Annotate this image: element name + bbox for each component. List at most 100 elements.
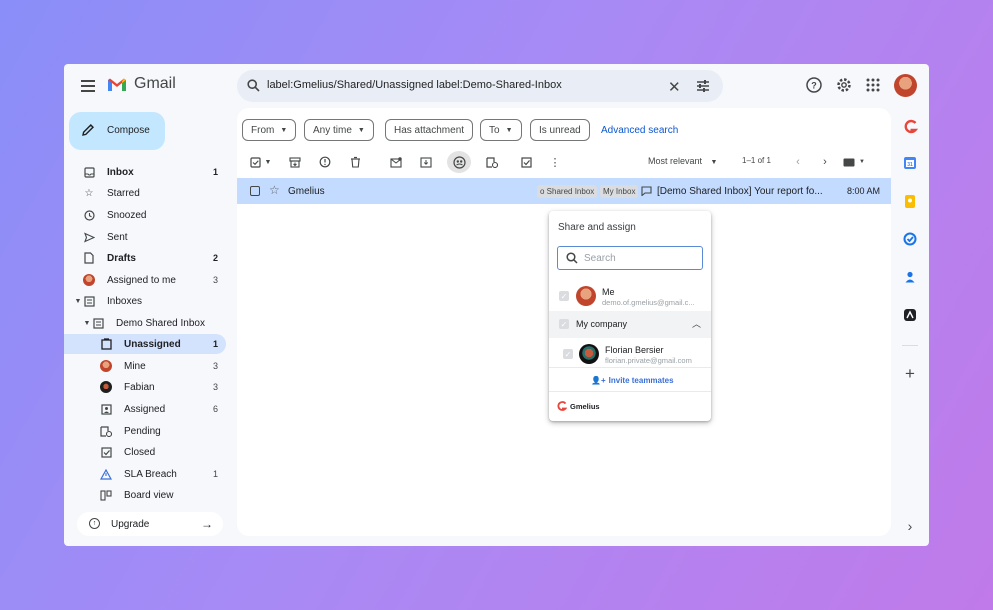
archive-icon[interactable] (288, 155, 302, 169)
sidebar-item-assigned[interactable]: Assigned 6 (64, 399, 226, 419)
select-caret-icon[interactable]: ▼ (261, 155, 275, 169)
filter-chip-to[interactable]: To ▼ (480, 119, 522, 141)
main-menu-icon[interactable] (78, 76, 98, 96)
mark-unread-icon[interactable] (389, 155, 403, 169)
upgrade-icon: ↑ (89, 518, 100, 529)
popup-title: Share and assign (558, 222, 636, 233)
chevron-up-icon[interactable]: ︿ (692, 317, 701, 330)
sidebar-item-board-view[interactable]: Board view (64, 485, 226, 505)
checkbox-checked-icon (100, 446, 112, 458)
sidebar-item-starred[interactable]: ☆ Starred (64, 183, 226, 203)
sidebar-item-unassigned[interactable]: Unassigned 1 (64, 334, 226, 354)
gmelius-addon-icon[interactable] (902, 118, 918, 134)
addon-app-icon[interactable] (902, 307, 918, 323)
sidebar-item-count: 3 (212, 361, 218, 371)
assigned-user-icon (100, 403, 112, 415)
caret-down-icon: ▼ (357, 126, 365, 134)
add-person-icon: 👤+ (591, 376, 606, 385)
me-checkbox[interactable]: ✓ (559, 291, 569, 301)
share-assign-icon[interactable] (447, 151, 471, 173)
calendar-icon[interactable]: 31 (902, 155, 918, 171)
filter-chip-from[interactable]: From ▼ (242, 119, 297, 141)
divider (549, 391, 711, 392)
user-avatar-icon (83, 274, 95, 286)
star-icon[interactable]: ☆ (269, 183, 280, 197)
email-label[interactable]: My Inbox (600, 185, 639, 198)
company-group-header[interactable]: ✓ My company ︿ (549, 311, 711, 338)
sidebar-item-drafts[interactable]: Drafts 2 (64, 248, 226, 268)
company-name: My company (576, 319, 628, 329)
sidebar-item-demo-shared-inbox[interactable]: ▼ Demo Shared Inbox (64, 313, 226, 333)
warning-triangle-icon (100, 468, 112, 480)
email-row[interactable]: ☆ Gmelius o Shared Inbox My Inbox [Demo … (237, 178, 891, 204)
next-page-icon[interactable]: › (818, 155, 832, 169)
select-all-checkbox[interactable] (248, 155, 262, 169)
help-icon[interactable]: ? (805, 76, 823, 94)
compose-button[interactable]: Compose (69, 112, 165, 150)
member-checkbox[interactable]: ✓ (563, 349, 573, 359)
filter-chip-has-attachment[interactable]: Has attachment (385, 119, 474, 141)
filter-chip-is-unread[interactable]: Is unread (530, 119, 590, 141)
advanced-search-link[interactable]: Advanced search (601, 125, 678, 136)
expand-panel-icon[interactable]: › (902, 518, 918, 534)
app-name: Gmail (134, 75, 176, 92)
sidebar-item-label: Demo Shared Inbox (116, 317, 205, 329)
user-avatar-icon (100, 381, 112, 393)
sidebar-item-assigned-to-me[interactable]: Assigned to me 3 (64, 270, 226, 290)
sidebar-item-label: Mine (124, 360, 146, 372)
chip-label: Has attachment (394, 124, 465, 136)
apps-grid-icon[interactable] (864, 76, 882, 94)
search-options-icon[interactable] (696, 79, 710, 93)
pencil-icon (82, 124, 94, 136)
sidebar-item-label: Board view (124, 489, 174, 501)
search-query[interactable]: label:Gmelius/Shared/Unassigned label:De… (267, 79, 562, 91)
sidebar-item-sla-breach[interactable]: SLA Breach 1 (64, 464, 226, 484)
sidebar-item-fabian[interactable]: Fabian 3 (64, 377, 226, 397)
move-to-icon[interactable] (419, 155, 433, 169)
sidebar-item-inboxes[interactable]: ▼ Inboxes (64, 291, 226, 311)
divider (549, 367, 711, 368)
rail-divider (902, 345, 918, 346)
search-icon (566, 252, 578, 264)
sidebar-item-snoozed[interactable]: Snoozed (64, 205, 226, 225)
search-icon[interactable] (247, 79, 260, 92)
me-name: Me (602, 287, 615, 297)
svg-text:31: 31 (907, 162, 913, 168)
prev-page-icon[interactable]: ‹ (791, 155, 805, 169)
gmail-logo[interactable]: Gmail (107, 75, 176, 93)
report-spam-icon[interactable] (318, 155, 332, 169)
search-bar[interactable]: label:Gmelius/Shared/Unassigned label:De… (237, 70, 723, 102)
sidebar-item-sent[interactable]: Sent (64, 227, 226, 247)
invite-teammates-link[interactable]: 👤+ Invite teammates (591, 376, 674, 385)
company-checkbox[interactable]: ✓ (559, 319, 569, 329)
input-tools-icon[interactable]: ▼ (842, 155, 866, 169)
more-vertical-icon[interactable]: ⋮ (548, 155, 562, 169)
email-label[interactable]: o Shared Inbox (537, 185, 598, 198)
settings-icon[interactable] (835, 76, 853, 94)
tasks-icon[interactable] (902, 231, 918, 247)
star-icon: ☆ (84, 187, 94, 199)
sidebar-item-label: Sent (107, 231, 128, 243)
popup-search-box[interactable] (557, 246, 703, 270)
caret-down-icon: ▼ (280, 126, 288, 134)
caret-down-icon: ▼ (710, 159, 718, 166)
contacts-icon[interactable] (902, 269, 918, 285)
account-avatar[interactable] (894, 74, 917, 97)
mail-list-panel: From ▼ Any time ▼ Has attachment To ▼ Is un… (237, 108, 891, 536)
sidebar-item-mine[interactable]: Mine 3 (64, 356, 226, 376)
filter-chip-any-time[interactable]: Any time ▼ (304, 119, 374, 141)
sidebar-item-inbox[interactable]: Inbox 1 (64, 162, 226, 182)
sidebar-item-closed[interactable]: Closed (64, 442, 226, 462)
upgrade-button[interactable]: ↑ Upgrade → (77, 512, 223, 536)
clear-search-icon[interactable]: ✕ (668, 78, 681, 96)
delete-icon[interactable] (348, 155, 362, 169)
sidebar-item-pending[interactable]: Pending (64, 421, 226, 441)
pending-status-icon[interactable] (485, 155, 499, 169)
add-addon-icon[interactable]: + (902, 364, 918, 383)
member-avatar (579, 344, 599, 364)
close-conversation-icon[interactable] (519, 155, 533, 169)
popup-search-input[interactable] (584, 250, 696, 266)
keep-notes-icon[interactable] (902, 193, 918, 209)
row-checkbox[interactable] (250, 186, 260, 196)
sort-dropdown[interactable]: Most relevant ▼ (648, 156, 717, 166)
